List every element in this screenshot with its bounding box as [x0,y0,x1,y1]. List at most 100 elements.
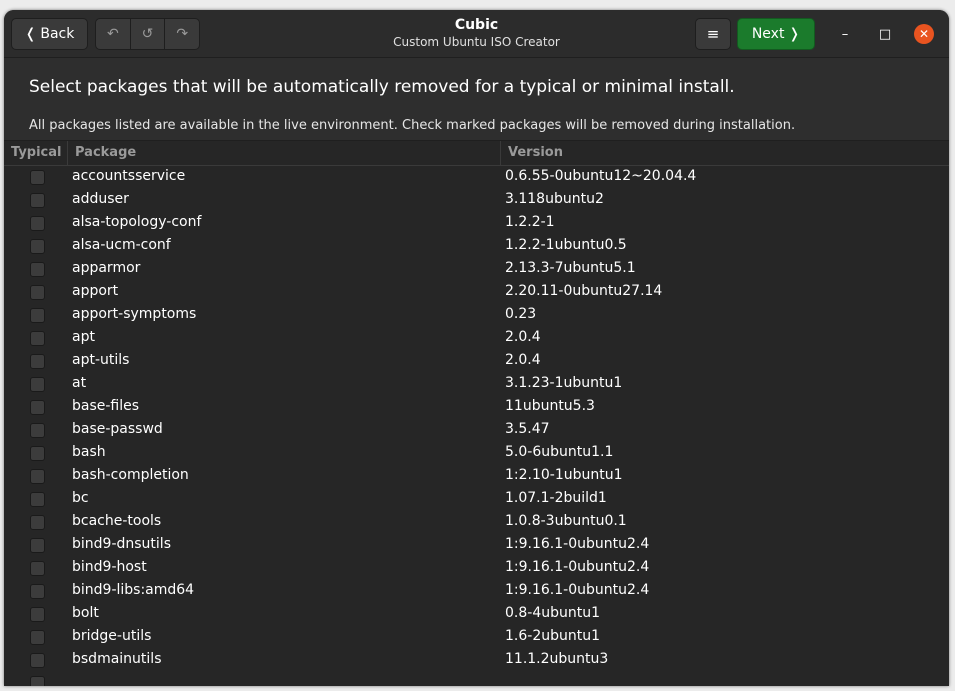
column-header-package[interactable]: Package [67,141,500,165]
package-version: 1:9.16.1-0ubuntu2.4 [505,559,650,575]
table-row[interactable] [4,672,949,686]
package-name: apt-utils [72,352,130,368]
package-version: 0.6.55-0ubuntu12~20.04.4 [505,168,697,184]
package-name: accountsservice [72,168,186,184]
table-row[interactable]: apparmor 2.13.3-7ubuntu5.1 [4,258,949,281]
table-row[interactable]: bsdmainutils 11.1.2ubuntu3 [4,649,949,672]
back-button[interactable]: ❬ Back [11,18,88,50]
rotate-left-icon: ↺ [141,26,154,42]
table-body[interactable]: accountsservice 0.6.55-0ubuntu12~20.04.4 a… [4,166,949,686]
table-row[interactable]: bind9-dnsutils 1:9.16.1-0ubuntu2.4 [4,534,949,557]
typical-checkbox[interactable] [30,262,45,277]
typical-checkbox[interactable] [30,285,45,300]
minimize-icon: – [841,26,849,42]
typical-checkbox[interactable] [30,492,45,507]
table-row[interactable]: bc 1.07.1-2build1 [4,488,949,511]
typical-checkbox[interactable] [30,469,45,484]
table-row[interactable]: alsa-topology-conf 1.2.2-1 [4,212,949,235]
package-version: 2.13.3-7ubuntu5.1 [505,260,636,276]
typical-checkbox[interactable] [30,239,45,254]
table-row[interactable]: apport 2.20.11-0ubuntu27.14 [4,281,949,304]
typical-checkbox[interactable] [30,515,45,530]
column-header-version[interactable]: Version [500,141,949,165]
typical-checkbox[interactable] [30,653,45,668]
chevron-left-icon: ❬ [24,26,37,42]
column-header-typical[interactable]: Typical [4,141,67,165]
table-row[interactable]: bcache-tools 1.0.8-3ubuntu0.1 [4,511,949,534]
package-name: alsa-ucm-conf [72,237,171,253]
table-row[interactable]: apt 2.0.4 [4,327,949,350]
typical-checkbox[interactable] [30,538,45,553]
table-row[interactable]: base-files 11ubuntu5.3 [4,396,949,419]
typical-checkbox[interactable] [30,446,45,461]
table-row[interactable]: adduser 3.118ubuntu2 [4,189,949,212]
next-button-label: Next [751,26,785,42]
package-version: 1:2.10-1ubuntu1 [505,467,623,483]
package-name: apport [72,283,119,299]
typical-checkbox[interactable] [30,630,45,645]
typical-checkbox[interactable] [30,607,45,622]
package-version: 3.5.47 [505,421,550,437]
minimize-button[interactable]: – [835,24,855,44]
package-name: bcache-tools [72,513,162,529]
package-version: 11.1.2ubuntu3 [505,651,609,667]
undo-all-button[interactable]: ↺ [129,19,165,49]
package-name: bridge-utils [72,628,152,644]
typical-checkbox[interactable] [30,170,45,185]
typical-checkbox[interactable] [30,216,45,231]
undo-button[interactable]: ↶ [96,19,130,49]
undo-icon: ↶ [106,26,119,42]
table-row[interactable]: apt-utils 2.0.4 [4,350,949,373]
package-name: bsdmainutils [72,651,162,667]
package-name: bc [72,490,89,506]
package-name: adduser [72,191,129,207]
package-version: 2.0.4 [505,352,541,368]
typical-checkbox[interactable] [30,400,45,415]
redo-icon: ↷ [176,26,189,42]
typical-checkbox[interactable] [30,561,45,576]
menu-button[interactable]: ≡ [695,18,731,50]
typical-checkbox[interactable] [30,308,45,323]
package-version: 2.20.11-0ubuntu27.14 [505,283,663,299]
chevron-right-icon: ❭ [788,26,801,42]
close-button[interactable]: ✕ [914,24,934,44]
typical-checkbox[interactable] [30,331,45,346]
table-row[interactable]: bind9-libs:amd64 1:9.16.1-0ubuntu2.4 [4,580,949,603]
redo-button[interactable]: ↷ [164,19,199,49]
typical-checkbox[interactable] [30,676,45,686]
table-row[interactable]: at 3.1.23-1ubuntu1 [4,373,949,396]
hamburger-icon: ≡ [706,25,720,43]
table-row[interactable]: alsa-ucm-conf 1.2.2-1ubuntu0.5 [4,235,949,258]
typical-checkbox[interactable] [30,193,45,208]
table-row[interactable]: bash-completion 1:2.10-1ubuntu1 [4,465,949,488]
typical-checkbox[interactable] [30,354,45,369]
package-name: base-files [72,398,140,414]
table-row[interactable]: bridge-utils 1.6-2ubuntu1 [4,626,949,649]
typical-checkbox[interactable] [30,423,45,438]
table-row[interactable]: bash 5.0-6ubuntu1.1 [4,442,949,465]
maximize-icon: □ [878,26,892,42]
maximize-button[interactable]: □ [875,24,895,44]
package-version: 0.8-4ubuntu1 [505,605,600,621]
package-version: 3.118ubuntu2 [505,191,604,207]
typical-checkbox[interactable] [30,377,45,392]
next-button[interactable]: Next ❭ [737,18,815,50]
table-row[interactable]: bolt 0.8-4ubuntu1 [4,603,949,626]
table-row[interactable]: bind9-host 1:9.16.1-0ubuntu2.4 [4,557,949,580]
history-button-group: ↶ ↺ ↷ [95,18,200,50]
package-table: Typical Package Version accountsservice 0… [4,140,949,686]
package-name: bolt [72,605,99,621]
package-version: 1.6-2ubuntu1 [505,628,600,644]
typical-checkbox[interactable] [30,584,45,599]
package-version: 11ubuntu5.3 [505,398,595,414]
package-name: bind9-libs:amd64 [72,582,195,598]
package-name: apparmor [72,260,141,276]
table-row[interactable]: apport-symptoms 0.23 [4,304,949,327]
package-name: bind9-dnsutils [72,536,171,552]
package-name: apt [72,329,95,345]
table-row[interactable]: base-passwd 3.5.47 [4,419,949,442]
package-name: apport-symptoms [72,306,197,322]
close-icon: ✕ [918,27,930,41]
package-version: 1.0.8-3ubuntu0.1 [505,513,627,529]
table-row[interactable]: accountsservice 0.6.55-0ubuntu12~20.04.4 [4,166,949,189]
